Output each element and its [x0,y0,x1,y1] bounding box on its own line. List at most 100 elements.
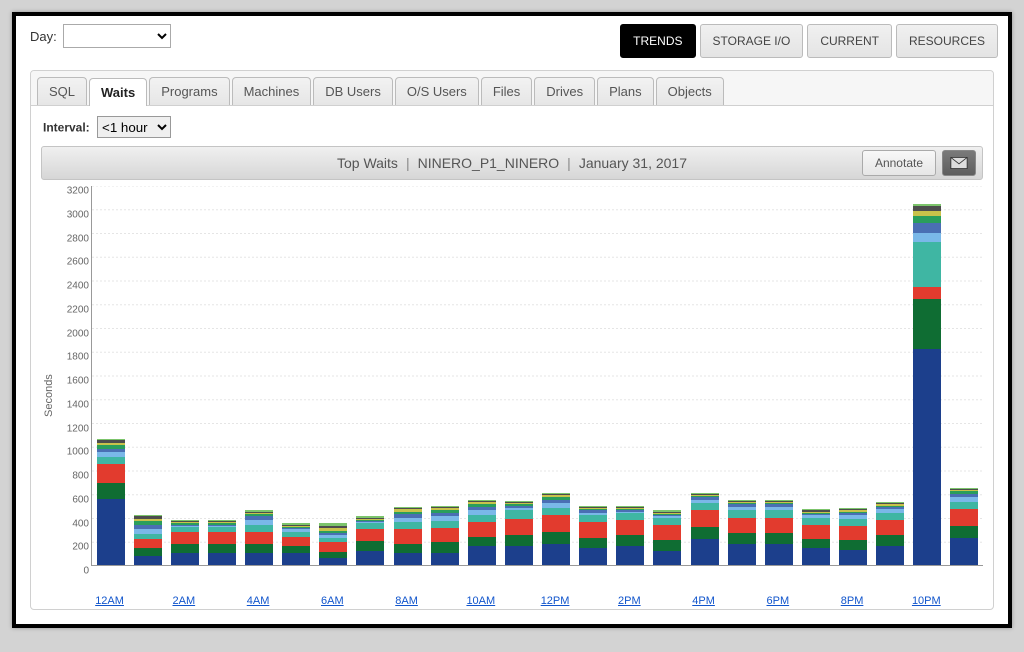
bar-segment [394,509,422,511]
bar-segment [802,509,830,510]
bar-segment [394,553,422,565]
bar-segment [431,508,459,510]
bar-segment [542,503,570,508]
x-label-12PM[interactable]: 12PM [541,595,570,607]
bar-segment [579,508,607,509]
bar-segment [171,523,199,524]
bar-segment [394,518,422,523]
x-label-10PM[interactable]: 10PM [912,595,941,607]
bar-segment [431,510,459,512]
x-label-6AM[interactable]: 6AM [321,595,344,607]
bar-segment [431,528,459,542]
bar-segment [468,537,496,547]
bar-segment [171,544,199,554]
bar-segment [728,544,756,565]
bar-segment [542,515,570,532]
y-tick: 0 [83,566,89,577]
bar-segment [97,457,125,464]
bar-segment [839,512,867,513]
x-label-2AM[interactable]: 2AM [173,595,196,607]
bar-segment [802,513,830,514]
bar-segment [171,527,199,532]
subtab-files[interactable]: Files [481,77,532,105]
bar-segment [950,526,978,538]
bar-segment [579,515,607,522]
bar-segment [171,520,199,521]
x-label-8PM[interactable]: 8PM [841,595,864,607]
bar-segment [208,553,236,565]
x-label-12AM[interactable]: 12AM [95,595,124,607]
interval-select[interactable]: <1 hour [97,116,171,138]
bar-segment [208,526,236,527]
bar-segment [282,523,310,524]
bar-segment [802,525,830,539]
bar-segment [208,532,236,544]
bar-segment [691,494,719,495]
bar-segment [913,206,941,211]
subtab-machines[interactable]: Machines [232,77,312,105]
bar-segment [97,440,125,442]
x-label-4AM[interactable]: 4AM [247,595,270,607]
x-label-10AM[interactable]: 10AM [466,595,495,607]
bar-segment [245,513,273,514]
day-select[interactable] [63,24,171,48]
nav-tab-trends[interactable]: TRENDS [620,24,695,58]
bar-segment [245,516,273,520]
bar-segment [282,525,310,526]
bar-segment [245,532,273,544]
subtab-programs[interactable]: Programs [149,77,229,105]
nav-tab-resources[interactable]: RESOURCES [896,24,998,58]
bar-segment [97,499,125,566]
y-tick: 2600 [67,257,89,268]
x-label-4PM[interactable]: 4PM [692,595,715,607]
bar-segment [319,542,347,552]
subtab-objects[interactable]: Objects [656,77,724,105]
bar-segment [653,510,681,511]
bar-segment [913,287,941,299]
bar-segment [616,507,644,508]
bar-segment [394,512,422,514]
bar-segment [802,518,830,525]
bar-segment [356,541,384,551]
subtab-waits[interactable]: Waits [89,78,147,106]
bar-segment [913,233,941,243]
bar-segment [876,513,904,520]
x-label-8AM[interactable]: 8AM [395,595,418,607]
interval-group: Interval: <1 hour [41,112,983,146]
bar-segment [839,519,867,526]
bar-segment [616,512,644,513]
subtab-drives[interactable]: Drives [534,77,595,105]
bar-segment [468,502,496,504]
bar-segment [97,483,125,498]
subtab-o-s-users[interactable]: O/S Users [395,77,479,105]
bar-segment [431,542,459,553]
bar-segment [505,519,533,536]
y-tick: 1600 [67,376,89,387]
bar-segment [431,553,459,565]
bar-segment [97,452,125,457]
bar-segment [208,521,236,522]
bar-segment [839,509,867,510]
subtab-plans[interactable]: Plans [597,77,654,105]
bar-segment [134,515,162,516]
x-label-2PM[interactable]: 2PM [618,595,641,607]
bar-segment [950,497,978,502]
bar-segment [765,533,793,544]
bar-segment [728,502,756,503]
bar-segment [134,534,162,539]
subtab-sql[interactable]: SQL [37,77,87,105]
bar-segment [876,535,904,546]
y-tick: 600 [72,494,89,505]
bar-segment [765,504,793,506]
bar-segment [468,500,496,501]
nav-tab-storage-i-o[interactable]: STORAGE I/O [700,24,804,58]
x-label-6PM[interactable]: 6PM [767,595,790,607]
mail-button[interactable] [942,150,976,176]
subtab-db-users[interactable]: DB Users [313,77,393,105]
nav-tab-current[interactable]: CURRENT [807,24,892,58]
annotate-button[interactable]: Annotate [862,150,936,176]
bar-segment [876,502,904,503]
bar-segment [356,529,384,541]
bar-segment [765,501,793,502]
bar-segment [171,532,199,544]
